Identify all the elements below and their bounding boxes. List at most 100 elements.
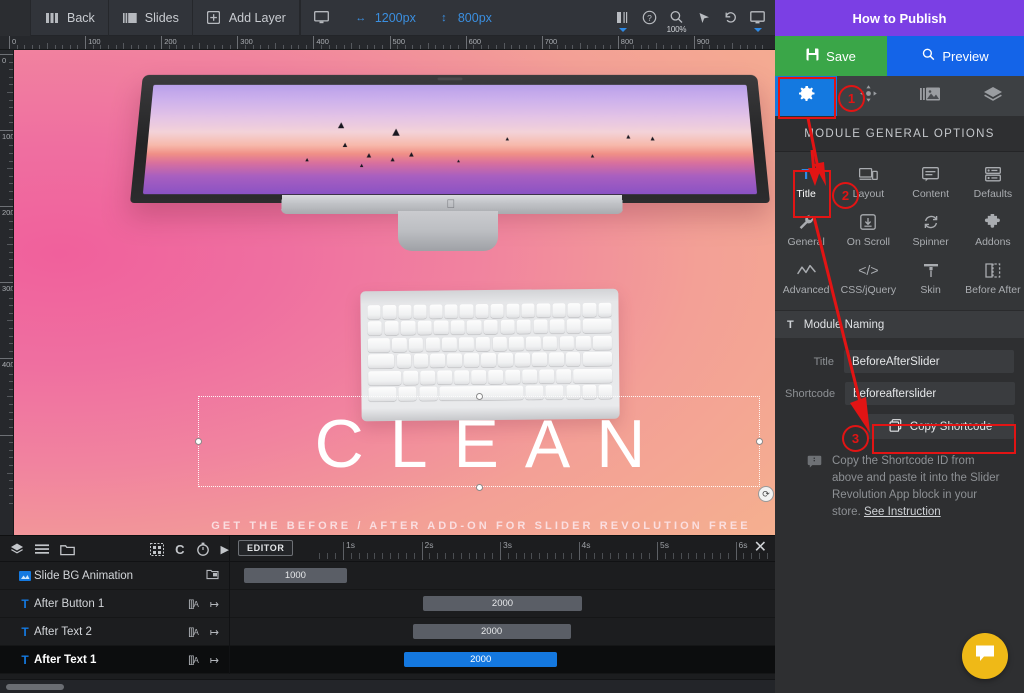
ruler-tick-major <box>0 358 13 360</box>
preview-device-icon[interactable] <box>744 0 771 36</box>
timeline-track[interactable]: 2000 <box>230 646 775 673</box>
option-skin[interactable]: Skin <box>900 254 962 302</box>
headline-layer[interactable]: CLEAN <box>200 402 760 486</box>
tab-settings[interactable] <box>775 76 838 116</box>
tab-slides[interactable] <box>900 76 962 116</box>
option-layout[interactable]: Layout <box>837 158 899 206</box>
end-time-icon[interactable]: ↦ <box>210 598 219 611</box>
option-on-scroll[interactable]: On Scroll <box>837 206 899 254</box>
ruler-tick-major <box>0 54 13 55</box>
timeline-scrollbar[interactable] <box>6 684 64 690</box>
resize-handle-top[interactable] <box>476 393 483 400</box>
table-row[interactable]: T After Button 1 [|]A ↦ 2000 <box>0 590 775 618</box>
ruler-tick-major <box>0 282 13 284</box>
loop-icon[interactable]: C <box>175 542 184 557</box>
timeline-tick-minor <box>476 553 478 559</box>
device-preview-button[interactable] <box>299 0 343 36</box>
copy-icon[interactable] <box>206 567 219 585</box>
cursor-icon[interactable] <box>690 0 717 36</box>
timeline-tick-minor <box>445 553 447 559</box>
option-spinner[interactable]: Spinner <box>900 206 962 254</box>
table-row[interactable]: T After Text 2 [|]A ↦ 2000 <box>0 618 775 646</box>
timeline-track[interactable]: 2000 <box>230 618 775 645</box>
align-icon[interactable]: [|]A <box>188 627 199 638</box>
layers-icon[interactable] <box>10 542 24 556</box>
end-time-icon[interactable]: ↦ <box>210 654 219 667</box>
row-actions: [|]A ↦ <box>188 626 229 639</box>
option-css-jquery[interactable]: </> CSS/jQuery <box>837 254 899 302</box>
ruler-tick-minor <box>130 45 132 49</box>
timeline-bar[interactable]: 2000 <box>404 652 557 667</box>
timeline-row-header[interactable]: Slide BG Animation <box>0 562 230 590</box>
title-input[interactable] <box>844 350 1014 373</box>
save-button[interactable]: Save <box>775 36 887 76</box>
option-general[interactable]: General <box>775 206 837 254</box>
timeline-track[interactable]: 2000 <box>230 590 775 617</box>
keyboard-key <box>582 319 612 334</box>
keyboard-row <box>367 319 612 336</box>
keyboard-key <box>417 320 432 336</box>
play-icon[interactable]: ▶ <box>221 543 229 556</box>
stopwatch-icon[interactable] <box>196 542 210 556</box>
slides-button[interactable]: Slides <box>107 0 192 36</box>
timeline-bar[interactable]: 1000 <box>243 568 348 583</box>
ruler-tick-minor <box>579 43 581 49</box>
canvas-width-control[interactable]: ↔ 1200px <box>343 10 426 26</box>
see-instruction-link[interactable]: See Instruction <box>864 506 941 518</box>
subheadline-layer[interactable]: GET THE BEFORE / AFTER ADD-ON FOR SLIDER… <box>200 520 762 532</box>
zoom-icon[interactable]: 100% <box>663 0 690 36</box>
timeline-row-header[interactable]: T After Text 2 [|]A ↦ <box>0 618 230 646</box>
preview-button[interactable]: Preview <box>887 36 1024 76</box>
tab-move[interactable] <box>837 76 899 116</box>
editor-toggle-button[interactable]: EDITOR <box>238 540 294 556</box>
wrench-icon <box>798 213 815 231</box>
table-row[interactable]: T After Text 1 [|]A ↦ 2000 <box>0 646 775 674</box>
grid-snap-icon[interactable] <box>609 0 636 36</box>
back-button[interactable]: Back <box>30 0 108 36</box>
snap-grid-icon[interactable] <box>150 542 165 556</box>
timeline-row-header[interactable]: T After Button 1 [|]A ↦ <box>0 590 230 618</box>
chat-button[interactable] <box>962 633 1008 679</box>
ruler-tick-minor <box>267 45 269 49</box>
option-addons[interactable]: Addons <box>962 206 1024 254</box>
module-naming-header[interactable]: T Module Naming <box>775 310 1024 338</box>
timeline-bar[interactable]: 2000 <box>423 596 582 611</box>
timeline-track[interactable]: 1000 <box>230 562 775 589</box>
tab-layers[interactable] <box>962 76 1024 116</box>
bird-icon: ▲ <box>389 156 397 163</box>
option-defaults[interactable]: Defaults <box>962 158 1024 206</box>
ruler-tick-minor <box>290 45 292 49</box>
resize-handle-left[interactable] <box>195 438 202 445</box>
canvas-height-control[interactable]: ↕ 800px <box>426 10 502 26</box>
ruler-label: 800 <box>620 37 634 46</box>
end-time-icon[interactable]: ↦ <box>210 626 219 639</box>
slide-canvas[interactable]: ▲ ▲ ▲ ▲ ▲ ▲ ▲ ▲ ▲ ▲ ▲ ▲ ▲  <box>14 50 775 535</box>
keyboard-key <box>582 302 597 318</box>
folder-icon[interactable] <box>60 543 75 556</box>
right-panel: How to Publish Save Preview MODULE GENER… <box>775 0 1024 693</box>
shortcode-field-row: Shortcode <box>785 382 1016 405</box>
timeline-bar[interactable]: 2000 <box>412 624 571 639</box>
timeline-tick-minor <box>366 553 368 559</box>
option-content[interactable]: Content <box>900 158 962 206</box>
keyboard-key <box>444 304 458 319</box>
table-row[interactable]: Slide BG Animation 1000 <box>0 562 775 590</box>
resize-handle-bottom[interactable] <box>476 484 483 491</box>
option-before-after[interactable]: Before After <box>962 254 1024 302</box>
rotate-handle[interactable]: ⟳ <box>758 486 774 502</box>
help-icon[interactable]: ? <box>636 0 663 36</box>
timeline-scale[interactable]: 1s 2s 3s 4s 5s 6s <box>319 536 808 562</box>
align-icon[interactable]: [|]A <box>188 655 199 666</box>
list-icon[interactable] <box>35 543 49 555</box>
close-icon[interactable]: ✕ <box>754 540 767 556</box>
timeline-row-header[interactable]: T After Text 1 [|]A ↦ <box>0 646 230 674</box>
defaults-icon <box>984 165 1001 183</box>
undo-icon[interactable] <box>717 0 744 36</box>
option-title[interactable]: T Title <box>775 158 837 206</box>
resize-handle-right[interactable] <box>756 438 763 445</box>
shortcode-input[interactable] <box>845 382 1016 405</box>
add-layer-button[interactable]: Add Layer <box>191 0 299 36</box>
option-advanced[interactable]: Advanced <box>775 254 837 302</box>
align-icon[interactable]: [|]A <box>188 599 199 610</box>
copy-shortcode-button[interactable]: Copy Shortcode <box>867 414 1014 439</box>
